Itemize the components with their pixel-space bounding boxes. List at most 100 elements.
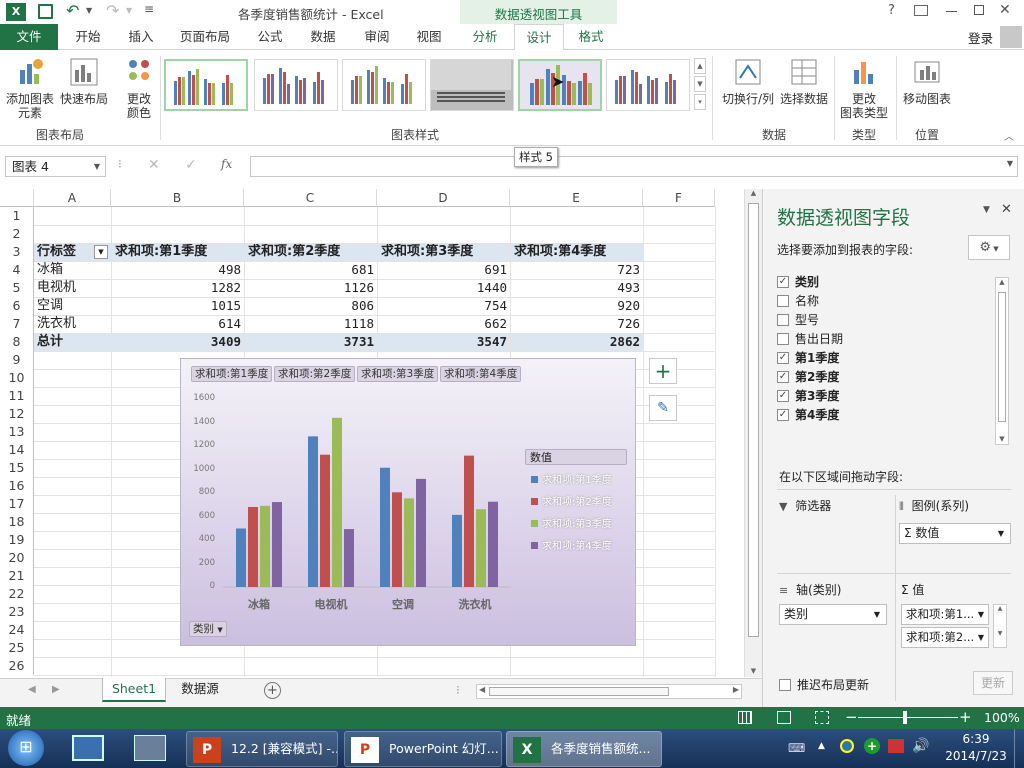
row-header[interactable]: 20 (0, 549, 34, 567)
row-header[interactable]: 19 (0, 531, 34, 549)
pivot-chart[interactable]: 求和项:第1季度 求和项:第2季度 求和项:第3季度 求和项:第4季度 数值 求… (180, 358, 636, 646)
zoom-level[interactable]: 100% (984, 710, 1020, 725)
zoom-out-icon[interactable]: − (845, 708, 858, 726)
bar-2-3[interactable] (416, 478, 426, 587)
row-header[interactable]: 7 (0, 315, 34, 333)
chart-style-1[interactable] (164, 59, 248, 111)
tray-expand-icon[interactable]: ▲ (818, 741, 825, 751)
gallery-scroll-up-icon[interactable]: ▲ (694, 58, 706, 74)
name-box[interactable]: 图表 4 ▼ (5, 156, 106, 177)
values-scrollbar[interactable]: ▲ ▼ (993, 604, 1007, 648)
network-icon[interactable] (840, 739, 854, 753)
field-item[interactable]: 名称 (777, 292, 819, 311)
value-field-2[interactable]: 求和项:第2... ▼ (901, 627, 989, 648)
chevron-down-icon[interactable]: ▼ (978, 628, 984, 647)
zoom-in-icon[interactable]: + (959, 708, 972, 726)
page-layout-view-icon[interactable] (777, 711, 791, 724)
column-header-c[interactable]: C (244, 189, 377, 207)
scrollbar-thumb[interactable] (489, 687, 669, 696)
row-header[interactable]: 23 (0, 603, 34, 621)
excel-logo-icon[interactable]: X (6, 3, 26, 21)
scroll-down-icon[interactable]: ▼ (994, 630, 1006, 637)
axis-value-field[interactable]: 类别 ▼ (779, 604, 887, 625)
row-header[interactable]: 17 (0, 495, 34, 513)
legend-item[interactable]: 求和项:第3季度 (531, 515, 612, 530)
expand-formula-icon[interactable]: ▼ (1007, 159, 1013, 168)
scroll-left-icon[interactable]: ◀ (479, 685, 485, 694)
clock-date[interactable]: 2014/7/23 (942, 749, 1010, 763)
field-list-scrollbar[interactable]: ▲ ▼ (995, 277, 1009, 445)
row-header[interactable]: 24 (0, 621, 34, 639)
column-header-f[interactable]: F (643, 189, 715, 207)
chevron-down-icon[interactable]: ▼ (998, 524, 1004, 543)
taskbar-window-switch-icon[interactable] (134, 735, 166, 761)
close-pane-icon[interactable]: ✕ (1001, 202, 1012, 217)
legend-item[interactable]: 求和项:第1季度 (531, 471, 612, 486)
pivot-value-cell[interactable]: 1282 (111, 279, 244, 297)
legend-item[interactable]: 求和项:第2季度 (531, 493, 612, 508)
taskbar-item-active[interactable]: X 各季度销售额统... (506, 731, 662, 767)
gallery-more-icon[interactable]: ▾ (694, 94, 706, 110)
clock-time[interactable]: 6:39 (958, 732, 994, 746)
tab-home[interactable]: 开始 (64, 24, 112, 50)
chart-elements-button[interactable]: + (649, 358, 677, 384)
row-header[interactable]: 10 (0, 369, 34, 387)
chevron-down-icon[interactable]: ▼ (978, 605, 984, 624)
field-item[interactable]: 售出日期 (777, 330, 843, 349)
pivot-total-cell[interactable]: 2862 (510, 333, 643, 351)
restore-icon[interactable] (974, 5, 984, 15)
tab-page-layout[interactable]: 页面布局 (172, 24, 238, 50)
scroll-up-icon[interactable]: ▲ (745, 189, 762, 197)
column-header-d[interactable]: D (377, 189, 510, 207)
field-checkbox[interactable]: ✓ (777, 370, 789, 383)
chevron-down-icon[interactable]: ▼ (94, 157, 100, 176)
undo-icon[interactable]: ↶ (66, 1, 79, 20)
chart-style-4[interactable] (430, 59, 514, 111)
collapse-ribbon-icon[interactable]: ︿ (1004, 128, 1014, 143)
minimize-icon[interactable] (946, 11, 957, 12)
page-break-view-icon[interactable] (815, 711, 829, 724)
bar-1-3[interactable] (344, 529, 354, 587)
start-button[interactable]: ⊞ (8, 730, 44, 766)
scroll-right-icon[interactable]: ▶ (733, 685, 739, 694)
tab-format[interactable]: 格式 (568, 24, 614, 50)
insert-function-icon[interactable]: fx (221, 157, 232, 171)
customize-qat-icon[interactable]: ≡ (144, 2, 154, 16)
select-all-corner[interactable] (0, 189, 34, 207)
pivot-value-cell[interactable]: 754 (377, 297, 510, 315)
row-header[interactable]: 21 (0, 567, 34, 585)
pivot-total-cell[interactable]: 3547 (377, 333, 510, 351)
pivot-row-label[interactable]: 空调 (37, 297, 63, 315)
ribbon-display-icon[interactable] (914, 5, 928, 16)
pivot-value-cell[interactable]: 1118 (244, 315, 377, 333)
taskbar-item[interactable]: P 12.2 [兼容模式] -... (186, 731, 338, 767)
pivot-value-cell[interactable]: 614 (111, 315, 244, 333)
scrollbar-thumb[interactable] (748, 203, 759, 637)
row-header[interactable]: 12 (0, 405, 34, 423)
axis-area[interactable]: ≡ 轴(类别) (779, 581, 891, 601)
row-header[interactable]: 26 (0, 657, 34, 675)
tab-analyze[interactable]: 分析 (462, 24, 508, 50)
bar-0-3[interactable] (272, 502, 282, 587)
formula-input[interactable]: ▼ (250, 156, 1018, 177)
pivot-value-cell[interactable]: 1015 (111, 297, 244, 315)
bar-3-0[interactable] (452, 514, 462, 587)
add-chart-element-button[interactable]: 添加图表 元素 (4, 56, 56, 120)
axis-field-button[interactable]: 类别 ▼ (189, 621, 227, 637)
close-icon[interactable]: ✕ (999, 2, 1011, 18)
pivot-value-cell[interactable]: 1440 (377, 279, 510, 297)
bar-3-2[interactable] (476, 509, 486, 587)
row-header[interactable]: 15 (0, 459, 34, 477)
keyboard-icon[interactable]: ⌨ (788, 741, 805, 755)
taskbar-item[interactable]: P PowerPoint 幻灯... (344, 731, 502, 767)
move-chart-button[interactable]: 移动图表 (900, 56, 954, 106)
pane-options-icon[interactable]: ▼ (983, 205, 990, 215)
row-header[interactable]: 14 (0, 441, 34, 459)
bar-3-3[interactable] (488, 501, 498, 587)
tab-file[interactable]: 文件 (0, 24, 58, 50)
sheet-splitter-icon[interactable]: ⁝ (456, 683, 460, 697)
chart-style-6[interactable] (606, 59, 690, 111)
pivot-value-cell[interactable]: 1126 (244, 279, 377, 297)
volume-icon[interactable]: 🔊 (912, 738, 929, 754)
zoom-slider-thumb[interactable] (903, 711, 907, 724)
